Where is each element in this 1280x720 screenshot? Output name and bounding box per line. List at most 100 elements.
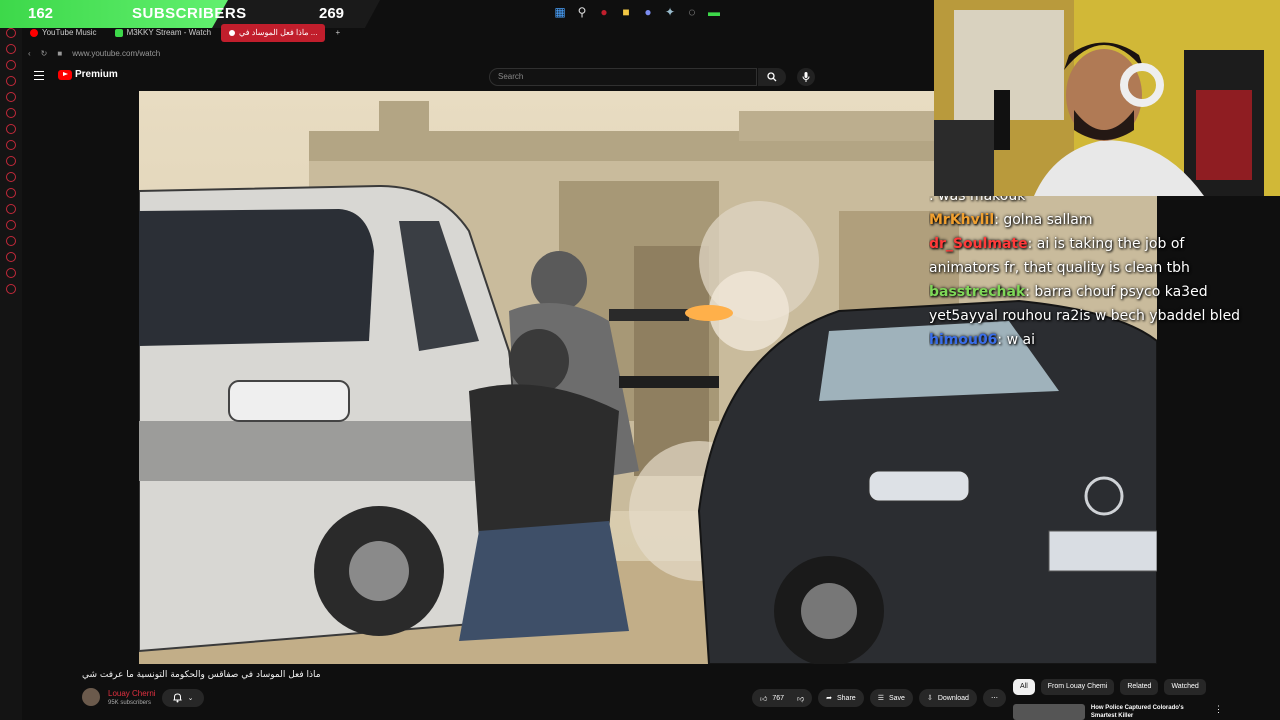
chrome-icon[interactable]: ◌	[684, 4, 700, 20]
chat-username: himou06	[929, 332, 998, 348]
more-icon: ⋯	[990, 695, 998, 702]
sidebar-icon[interactable]	[6, 92, 16, 102]
sidebar-icon[interactable]	[6, 188, 16, 198]
more-vert-icon[interactable]: ⋮	[1214, 704, 1223, 720]
webcam-feed	[934, 0, 1280, 196]
browser-sidebar	[0, 22, 22, 720]
recommendation-filter-chips: All From Louay Chemi Related Watched	[1013, 679, 1206, 695]
sidebar-icon[interactable]	[6, 268, 16, 278]
chat-message: MrKhvlil: golna sallam	[929, 208, 1259, 232]
download-label: Download	[937, 694, 969, 702]
sidebar-icon[interactable]	[6, 156, 16, 166]
dislike-icon[interactable]: 👎︎	[797, 694, 804, 703]
discord-icon[interactable]: ●	[640, 4, 656, 20]
chat-username: dr_Soulmate	[929, 236, 1028, 252]
microphone-icon	[802, 72, 810, 82]
windows-start-icon[interactable]: ▦	[552, 4, 568, 20]
save-button[interactable]: ☰ Save	[869, 689, 913, 707]
youtube-music-icon	[30, 29, 38, 37]
download-button[interactable]: ⇩ Download	[918, 689, 977, 707]
stream-chat: : was makouk MrKhvlil: golna sallam dr_S…	[929, 196, 1259, 366]
chip-from-channel[interactable]: From Louay Chemi	[1040, 679, 1115, 695]
tab-kick-stream[interactable]: M3KKY Stream - Watch	[107, 24, 219, 42]
more-actions-button[interactable]: ⋯	[982, 689, 1006, 707]
subscriber-goal: 269	[319, 5, 345, 22]
new-tab-button[interactable]: +	[327, 24, 348, 42]
speaker-icon	[229, 30, 236, 36]
sidebar-icon[interactable]	[6, 284, 16, 294]
address-bar: ‹ ↻ ■ www.youtube.com/watch	[22, 44, 934, 62]
back-icon[interactable]: ‹	[28, 49, 31, 58]
tab-label: ماذا فعل الموساد في ...	[239, 28, 318, 37]
chat-text: : was makouk	[929, 196, 1026, 204]
chat-message: : was makouk	[929, 196, 1259, 208]
taskbar-icons: ▦ ⚲ ● ■ ● ✦ ◌ ▬	[552, 4, 722, 20]
recommended-video[interactable]: How Police Captured Colorado's Smartest …	[1013, 704, 1223, 720]
like-button[interactable]: 👍︎ 767 👎︎	[752, 689, 813, 707]
save-icon: ☰	[877, 695, 884, 702]
youtube-logo[interactable]: Premium	[58, 69, 118, 80]
chip-watched[interactable]: Watched	[1164, 679, 1206, 695]
chip-all[interactable]: All	[1013, 679, 1035, 695]
sidebar-icon[interactable]	[6, 236, 16, 246]
youtube-logo-text: Premium	[75, 69, 118, 80]
chip-related[interactable]: Related	[1120, 679, 1159, 695]
sidebar-icon[interactable]	[6, 108, 16, 118]
sidebar-icon[interactable]	[6, 124, 16, 134]
screen: 162 SUBSCRIBERS 269 ▦ ⚲ ● ■ ● ✦ ◌ ▬ YouT…	[0, 0, 1280, 720]
search-icon[interactable]: ⚲	[574, 4, 590, 20]
app-icon[interactable]: ▬	[706, 4, 722, 20]
sidebar-icon[interactable]	[6, 140, 16, 150]
tab-youtube-music[interactable]: YouTube Music	[22, 24, 105, 42]
youtube-play-icon	[58, 69, 72, 80]
share-icon: ➦	[826, 695, 832, 702]
recommended-thumbnail[interactable]	[1013, 704, 1085, 720]
search-input[interactable]: Search	[489, 68, 757, 86]
sidebar-icon[interactable]	[6, 172, 16, 182]
channel-avatar[interactable]	[82, 688, 100, 706]
tab-label: M3KKY Stream - Watch	[126, 28, 212, 37]
recommended-title[interactable]: How Police Captured Colorado's Smartest …	[1091, 704, 1208, 720]
subscriber-count: 162	[28, 5, 54, 22]
video-title: ماذا فعل الموساد في صفاقس والحكومة التون…	[82, 670, 321, 680]
sidebar-icon[interactable]	[6, 204, 16, 214]
channel-subscribers: 95K subscribers	[108, 700, 152, 706]
chat-text: : golna sallam	[994, 212, 1093, 228]
like-count: 767	[772, 694, 785, 702]
thumbs-up-icon: 👍︎	[760, 695, 768, 703]
save-label: Save	[888, 694, 905, 702]
sidebar-icon[interactable]	[6, 76, 16, 86]
chat-message: basstrechak: barra chouf psyco ka3ed yet…	[929, 280, 1259, 328]
lock-icon: ■	[57, 48, 63, 58]
folder-icon[interactable]: ■	[618, 4, 634, 20]
voice-search-button[interactable]	[797, 68, 815, 86]
chat-text: : w ai	[997, 332, 1035, 348]
chat-message: dr_Soulmate: ai is taking the job of ani…	[929, 232, 1259, 280]
chevron-down-icon: ⌄	[187, 695, 194, 702]
browser-tab-strip: YouTube Music M3KKY Stream - Watch ماذا …	[22, 24, 348, 42]
hamburger-menu-icon[interactable]	[34, 71, 44, 80]
share-label: Share	[837, 694, 856, 702]
notification-bell-button[interactable]: ⌄	[162, 689, 204, 707]
chat-message: himou06: w ai	[929, 328, 1259, 352]
search-button[interactable]	[758, 68, 786, 86]
search-icon	[767, 72, 777, 82]
sidebar-icon[interactable]	[6, 28, 16, 38]
share-button[interactable]: ➦ Share	[818, 689, 864, 707]
sidebar-icon[interactable]	[6, 252, 16, 262]
tab-current-video[interactable]: ماذا فعل الموساد في ...	[221, 24, 326, 42]
sidebar-icon[interactable]	[6, 44, 16, 54]
chat-username: MrKhvlil	[929, 212, 995, 228]
steam-icon[interactable]: ✦	[662, 4, 678, 20]
sidebar-icon[interactable]	[6, 60, 16, 70]
chat-username: basstrechak	[929, 284, 1026, 300]
video-actions: 👍︎ 767 👎︎ ➦ Share ☰ Save ⇩ Download ⋯	[752, 689, 1006, 707]
webcam-overlay	[934, 0, 1280, 196]
tab-label: YouTube Music	[42, 28, 97, 37]
download-icon: ⇩	[926, 695, 933, 702]
sidebar-icon[interactable]	[6, 220, 16, 230]
app-icon[interactable]: ●	[596, 4, 612, 20]
url-field[interactable]: www.youtube.com/watch	[72, 49, 160, 58]
channel-name[interactable]: Louay Cherni	[108, 689, 156, 698]
reload-icon[interactable]: ↻	[41, 49, 48, 58]
